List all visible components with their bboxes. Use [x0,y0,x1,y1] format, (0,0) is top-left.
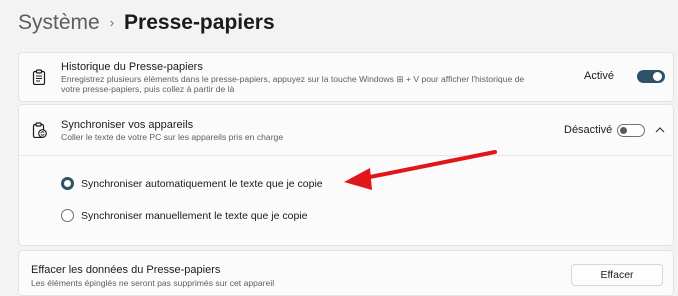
clear-button[interactable]: Effacer [571,264,663,286]
clear-title: Effacer les données du Presse-papiers [31,264,221,276]
sync-description: Coller le texte de votre PC sur les appa… [61,132,284,142]
history-card: Historique du Presse-papiers Enregistrez… [18,52,674,102]
radio-auto-sync-label[interactable]: Synchroniser automatiquement le texte qu… [81,178,323,190]
history-toggle[interactable] [637,70,665,83]
clear-description: Les éléments épinglés ne seront pas supp… [31,278,275,288]
history-status: Activé [584,70,614,82]
breadcrumb: Système › Presse-papiers [18,8,275,38]
sync-status: Désactivé [564,124,613,136]
history-description-line2: votre presse-papiers, puis collez à part… [61,84,235,94]
chevron-up-icon[interactable] [655,126,665,134]
radio-manual-sync[interactable] [61,209,74,222]
sync-title: Synchroniser vos appareils [61,119,194,131]
clear-card: Effacer les données du Presse-papiers Le… [18,250,674,296]
radio-auto-sync[interactable] [61,177,74,190]
history-title: Historique du Presse-papiers [61,61,203,73]
toggle-knob [620,127,627,134]
clipboard-sync-icon [32,122,47,138]
sync-toggle[interactable] [617,124,645,137]
toggle-knob [653,72,662,81]
chevron-right-icon: › [109,15,115,30]
radio-manual-sync-label[interactable]: Synchroniser manuellement le texte que j… [81,210,307,222]
page-title: Presse-papiers [124,11,275,34]
breadcrumb-parent[interactable]: Système [18,8,100,38]
clipboard-list-icon [32,69,46,85]
red-arrow-annotation [344,150,497,190]
